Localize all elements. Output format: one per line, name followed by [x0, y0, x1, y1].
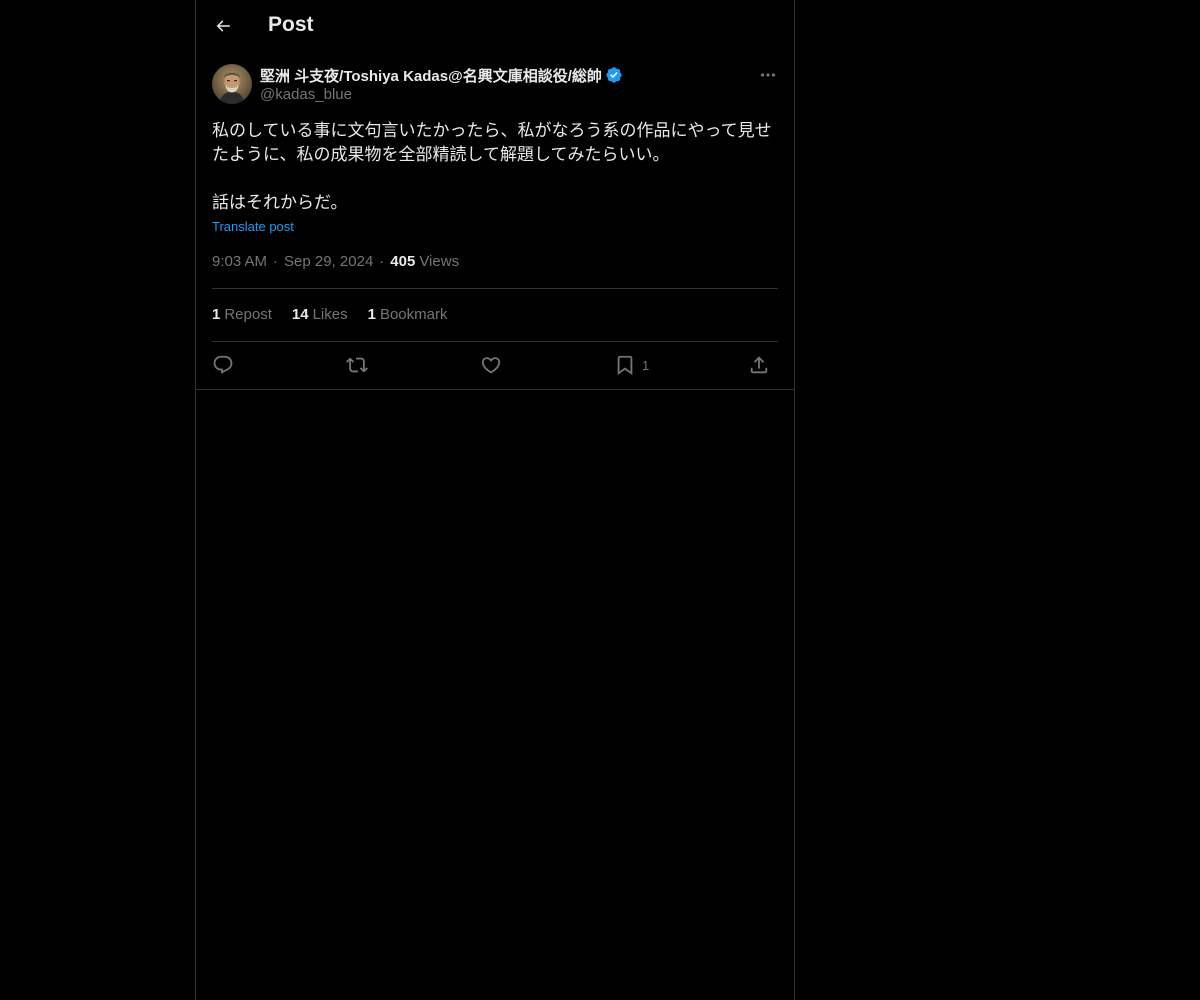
bookmarks-count: 1: [367, 306, 376, 323]
share-icon: [750, 356, 768, 374]
arrow-left-icon: [216, 20, 230, 32]
bookmarks-stat[interactable]: 1 Bookmark: [368, 306, 448, 323]
post-time[interactable]: 9:03 AM: [212, 253, 267, 270]
heart-icon: [481, 357, 501, 374]
repost-button[interactable]: [346, 352, 368, 378]
more-options-button[interactable]: [754, 64, 782, 86]
separator-dot: ·: [379, 253, 385, 270]
bookmark-button[interactable]: 1: [614, 352, 649, 378]
post-date[interactable]: Sep 29, 2024: [284, 253, 373, 270]
post-text-line: 話はそれからだ。: [212, 193, 348, 213]
post-text-line: たように、私の成果物を全部精読して解題してみたらいい。: [212, 145, 670, 165]
bookmark-icon: [617, 355, 633, 376]
author-name-row: 堅洲 斗支夜/Toshiya Kadas@名興文庫相談役/総帥: [260, 65, 623, 85]
reposts-label: Repost: [224, 306, 272, 323]
post-text: 私のしている事に文句言いたかったら、私がなろう系の作品にやって見せ たように、私…: [212, 119, 778, 215]
author-name[interactable]: 堅洲 斗支夜/Toshiya Kadas@名興文庫相談役/総帥: [260, 65, 602, 86]
back-button[interactable]: [206, 9, 240, 43]
author-handle[interactable]: @kadas_blue: [260, 86, 352, 103]
reposts-stat[interactable]: 1 Repost: [212, 306, 272, 323]
post-actions-bar: 1: [212, 352, 778, 378]
reply-button[interactable]: [212, 352, 234, 378]
engagement-stats: 1 Repost 14 Likes 1 Bookmark: [212, 306, 467, 323]
reply-icon: [213, 355, 233, 374]
avatar[interactable]: [212, 64, 252, 104]
likes-count: 14: [291, 306, 309, 323]
likes-stat[interactable]: 14 Likes: [292, 306, 348, 323]
post-metadata: 9:03 AM · Sep 29, 2024 · 405 Views: [212, 253, 459, 270]
like-button[interactable]: [480, 352, 502, 378]
primary-column: Post 堅洲 斗支夜/Toshiya Kadas@名興文庫相談役/総帥 @ka…: [195, 0, 795, 1000]
divider: [212, 288, 778, 289]
translate-post-link[interactable]: Translate post: [212, 219, 294, 234]
more-horizontal-icon: [760, 73, 776, 77]
bookmarks-label: Bookmark: [379, 306, 448, 323]
views-label: Views: [419, 253, 460, 270]
post-header: Post: [196, 0, 794, 53]
bookmark-count: 1: [642, 357, 650, 373]
repost-icon: [346, 357, 368, 373]
separator-dot: ·: [273, 253, 279, 270]
reposts-count: 1: [212, 306, 221, 323]
post-text-line: 私のしている事に文句言いたかったら、私がなろう系の作品にやって見せ: [212, 121, 772, 141]
views-count: 405: [390, 253, 416, 270]
verified-badge-icon[interactable]: [605, 66, 623, 84]
divider: [212, 341, 778, 342]
divider: [196, 389, 794, 390]
share-button[interactable]: [748, 352, 770, 378]
likes-label: Likes: [312, 306, 348, 323]
page-title: Post: [268, 13, 314, 36]
